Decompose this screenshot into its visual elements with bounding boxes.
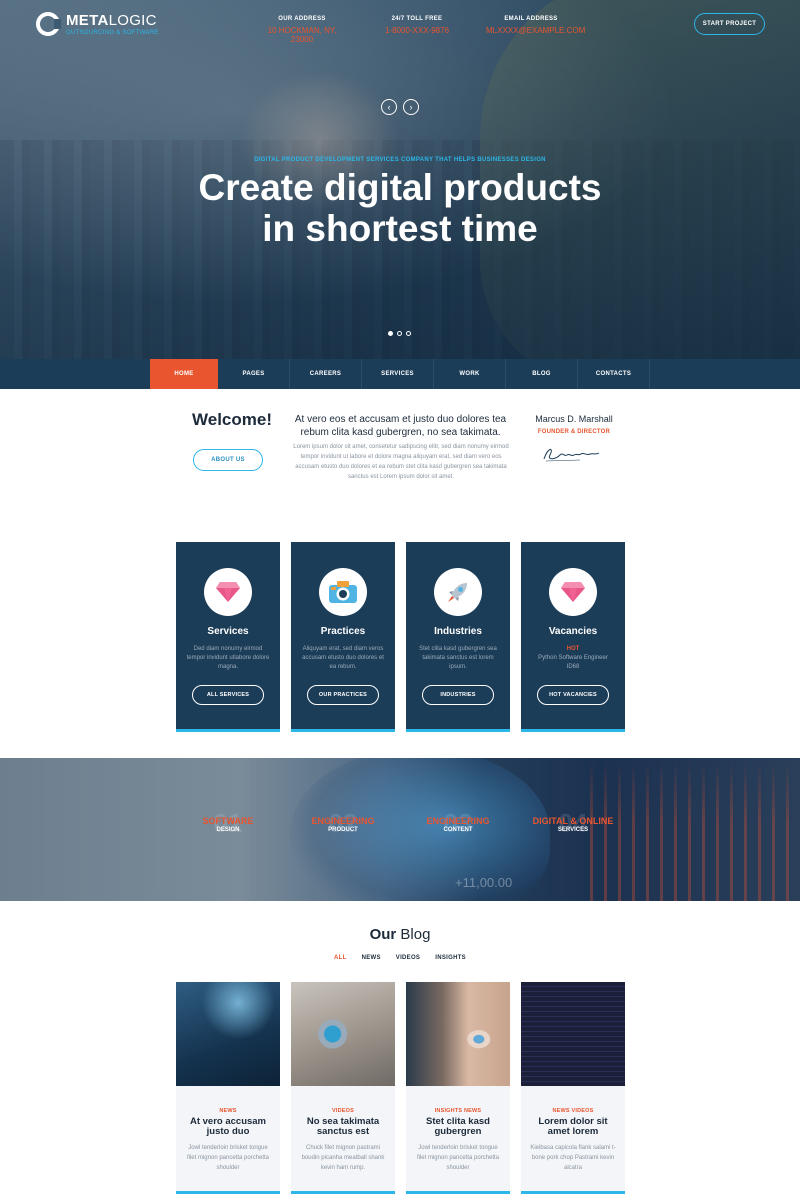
founder-info: Marcus D. Marshall FOUNDER & DIRECTOR: [522, 414, 626, 435]
founder-name: Marcus D. Marshall: [535, 414, 613, 424]
nav-item-blog[interactable]: BLOG: [506, 359, 578, 389]
camera-icon: [319, 568, 367, 616]
post-image[interactable]: [521, 982, 625, 1086]
stat-item: 02 ENGINEERING PRODUCT: [311, 808, 375, 838]
signature-icon: [543, 449, 600, 462]
slider-dot[interactable]: [397, 331, 402, 336]
industries-button[interactable]: INDUSTRIES: [422, 685, 494, 705]
stat-item: 03 ENGINEERING CONTENT: [426, 808, 490, 838]
welcome-lead: At vero eos et accusam et justo duo dolo…: [294, 414, 507, 438]
slider-dots: [388, 331, 411, 336]
post-title[interactable]: Stet clita kasd gubergren: [406, 1117, 510, 1137]
blog-post[interactable]: VIDEOS No sea takimata sanctus est Chuck…: [291, 982, 395, 1194]
contact-phone: 24/7 TOLL FREE 1-8000-XXX-9876: [384, 16, 450, 35]
hero-kicker: DIGITAL PRODUCT DEVELOPMENT SERVICES COM…: [254, 157, 546, 163]
our-practices-button[interactable]: OUR PRACTICES: [307, 685, 379, 705]
nav-item-work[interactable]: WORK: [434, 359, 506, 389]
filter-videos[interactable]: VIDEOS: [396, 955, 420, 961]
nav-item-pages[interactable]: PAGES: [218, 359, 290, 389]
filter-insights[interactable]: INSIGHTS: [435, 955, 466, 961]
stat-item: 04 DIGITAL & ONLINE SERVICES: [532, 808, 614, 838]
rocket-icon: [434, 568, 482, 616]
logo[interactable]: METALOGIC OUTSOURCING & SOFTWARE: [36, 12, 159, 36]
about-us-button[interactable]: ABOUT US: [193, 449, 263, 471]
contact-address: OUR ADDRESS 10 HOCKMAN, NY, 23000: [267, 16, 337, 44]
slider-prev-icon[interactable]: ‹: [381, 99, 397, 115]
post-image[interactable]: [176, 982, 280, 1086]
welcome-body: Lorem ipsum dolor sit amet, consetetur s…: [293, 444, 509, 480]
slider-dot[interactable]: [388, 331, 393, 336]
diamond-icon: [204, 568, 252, 616]
filter-news[interactable]: NEWS: [362, 955, 381, 961]
stats-band: [0, 758, 800, 901]
post-image[interactable]: [406, 982, 510, 1086]
blog-post[interactable]: NEWS VIDEOS Lorem dolor sit amet lorem K…: [521, 982, 625, 1194]
blog-filters: ALL NEWS VIDEOS INSIGHTS: [0, 955, 800, 961]
card-practices: Practices Aliquyam erat, sed diam veros …: [291, 542, 395, 732]
blog-post[interactable]: NEWS At vero accusam justo duo Jowl tend…: [176, 982, 280, 1194]
post-image[interactable]: [291, 982, 395, 1086]
diamond-icon: [549, 568, 597, 616]
post-title[interactable]: Lorem dolor sit amet lorem: [521, 1117, 625, 1137]
founder-role: FOUNDER & DIRECTOR: [537, 429, 611, 435]
stat-item: 01 SOFTWARE DESIGN: [202, 808, 254, 838]
blog-post[interactable]: INSIGHTS NEWS Stet clita kasd gubergren …: [406, 982, 510, 1194]
card-services: Services Ded diam nonumy eirmod tempor i…: [176, 542, 280, 732]
post-title[interactable]: No sea takimata sanctus est: [291, 1117, 395, 1137]
welcome-title: Welcome!: [192, 410, 272, 429]
main-nav: HOME PAGES CAREERS SERVICES WORK BLOG CO…: [0, 359, 800, 389]
slider-next-icon[interactable]: ›: [403, 99, 419, 115]
hot-vacancies-button[interactable]: HOT VACANCIES: [537, 685, 609, 705]
slider-dot[interactable]: [406, 331, 411, 336]
card-industries: Industries Stet clita kasd gubergren sea…: [406, 542, 510, 732]
logo-icon: [36, 12, 61, 36]
post-title[interactable]: At vero accusam justo duo: [176, 1117, 280, 1137]
band-ticker: +11,00.00: [455, 875, 513, 890]
nav-item-services[interactable]: SERVICES: [362, 359, 434, 389]
nav-item-home[interactable]: HOME: [150, 359, 218, 389]
hero-slider: METALOGIC OUTSOURCING & SOFTWARE OUR ADD…: [0, 0, 800, 360]
blog-title: Our Blog: [369, 926, 431, 943]
hero-headline: Create digital products in shortest time: [198, 167, 602, 249]
nav-item-careers[interactable]: CAREERS: [290, 359, 362, 389]
card-vacancies: Vacancies HOT Python Software Engineer ID…: [521, 542, 625, 732]
brand-name: METALOGIC: [66, 11, 157, 29]
filter-all[interactable]: ALL: [334, 955, 347, 961]
brand-tagline: OUTSOURCING & SOFTWARE: [66, 29, 159, 36]
contact-email: EMAIL ADDRESS MLXXXX@EXAMPLE.COM: [486, 16, 586, 35]
nav-item-contacts[interactable]: CONTACTS: [578, 359, 650, 389]
all-services-button[interactable]: ALL SERVICES: [192, 685, 264, 705]
start-project-button[interactable]: START PROJECT: [694, 13, 765, 35]
